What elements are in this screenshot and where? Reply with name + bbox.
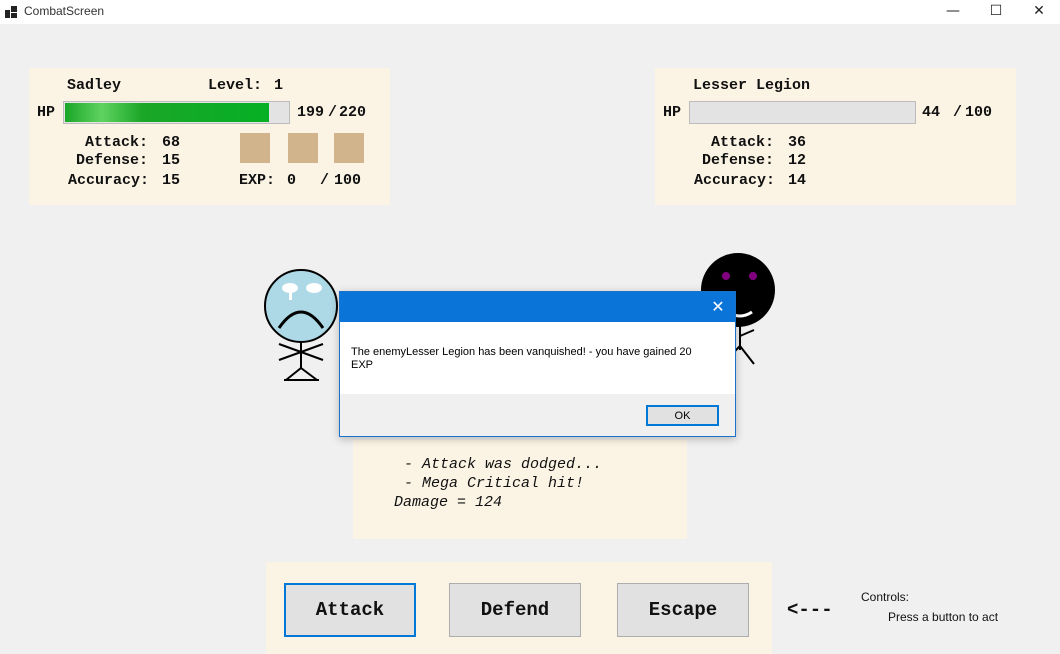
player-attack-label: Attack: (85, 134, 149, 151)
close-window-button[interactable]: ✕ (1016, 0, 1060, 24)
player-hp-bar (63, 101, 290, 124)
dialog-title-bar: ✕ (340, 292, 735, 322)
defend-button[interactable]: Defend (449, 583, 581, 637)
arrow-left-icon: <--- (787, 599, 833, 621)
maximize-button[interactable]: ☐ (973, 0, 1019, 24)
player-defense-label: Defense: (76, 152, 149, 169)
player-name: Sadley (67, 77, 122, 94)
window-title: CombatScreen (24, 4, 105, 18)
enemy-hp-bar (689, 101, 916, 124)
escape-button[interactable]: Escape (617, 583, 749, 637)
controls-hint: Press a button to act (888, 610, 999, 624)
dialog-message: The enemyLesser Legion has been vanquish… (351, 346, 721, 372)
message-dialog: ✕ The enemyLesser Legion has been vanqui… (339, 291, 736, 437)
player-accuracy-value: 15 (162, 172, 181, 189)
battle-log-panel: - Attack was dodged... - Mega Critical h… (353, 440, 687, 539)
player-level-label: Level: (208, 77, 263, 94)
player-defense-value: 15 (162, 152, 181, 169)
player-exp-label: EXP: (239, 172, 276, 189)
controls-title: Controls: (861, 590, 910, 604)
battle-log-line: - Mega Critical hit! (395, 475, 585, 492)
attack-button[interactable]: Attack (284, 583, 416, 637)
player-hp-fill (65, 103, 269, 122)
enemy-hp-max: 100 (965, 104, 993, 121)
enemy-hp-current: 44 (922, 104, 941, 121)
dialog-message-line: EXP (351, 359, 374, 371)
close-icon[interactable]: ✕ (707, 296, 729, 318)
dialog-body: The enemyLesser Legion has been vanquish… (340, 322, 735, 394)
player-accuracy-label: Accuracy: (68, 172, 150, 189)
inventory-slot[interactable] (240, 133, 270, 163)
enemy-attack-label: Attack: (711, 134, 775, 151)
player-exp-value: 0 (287, 172, 297, 189)
player-attack-value: 68 (162, 134, 181, 151)
inventory-slot[interactable] (334, 133, 364, 163)
enemy-attack-value: 36 (788, 134, 807, 151)
inventory-slot[interactable] (288, 133, 318, 163)
enemy-accuracy-label: Accuracy: (694, 172, 776, 189)
enemy-hp-separator: / (953, 104, 963, 121)
player-hp-current: 199 (297, 104, 325, 121)
player-character-sprite (264, 269, 338, 381)
app-window-icon (5, 6, 17, 18)
enemy-defense-value: 12 (788, 152, 807, 169)
player-hp-label: HP (37, 104, 56, 121)
battle-log-line: Damage = 124 (394, 494, 503, 511)
dialog-ok-button[interactable]: OK (646, 405, 719, 426)
dialog-message-line: The enemyLesser Legion has been vanquish… (351, 346, 692, 358)
player-exp-separator: / (320, 172, 330, 189)
player-hp-max: 220 (339, 104, 367, 121)
enemy-accuracy-value: 14 (788, 172, 807, 189)
battle-log-line: - Attack was dodged... (395, 456, 603, 473)
player-level-value: 1 (274, 77, 284, 94)
player-exp-max: 100 (334, 172, 362, 189)
title-bar: CombatScreen — ☐ ✕ (0, 0, 1060, 24)
player-hp-separator: / (328, 104, 338, 121)
enemy-name: Lesser Legion (693, 77, 811, 94)
enemy-defense-label: Defense: (702, 152, 775, 169)
enemy-stats-panel: Lesser Legion HP 44 / 100 Attack: 36 Def… (655, 68, 1016, 205)
minimize-button[interactable]: — (930, 0, 976, 24)
player-stats-panel: Sadley Level: 1 HP 199 / 220 Attack: 68 … (29, 68, 390, 205)
enemy-hp-label: HP (663, 104, 682, 121)
